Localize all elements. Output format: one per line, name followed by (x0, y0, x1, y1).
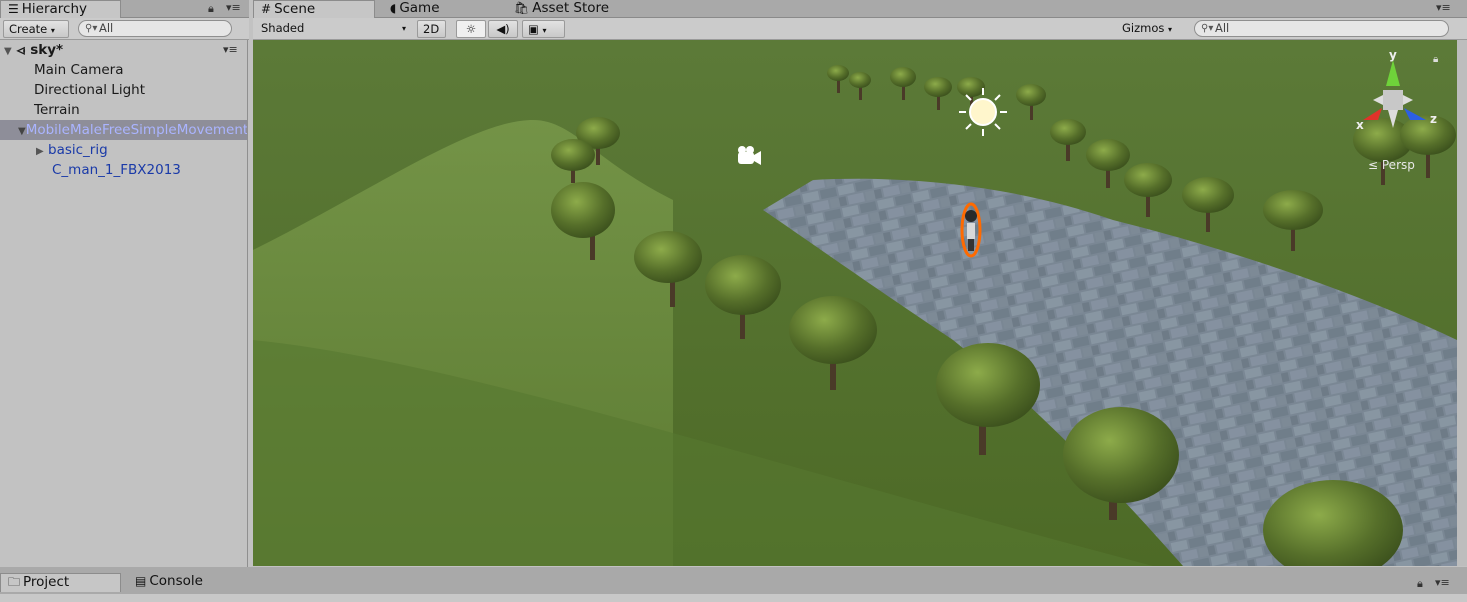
search-icon: ⚲▾ (1201, 23, 1214, 34)
tab-game[interactable]: ◖ Game (383, 0, 505, 18)
scene-row[interactable]: ▼ ⏿ sky* ▾≡ (0, 40, 247, 60)
scene-name: sky* (30, 42, 64, 58)
panel-menu-icon[interactable]: ▾≡ (1436, 1, 1451, 14)
gizmo-x-label: x (1356, 118, 1364, 132)
scene-toolbar: Shaded ▾ 2D ☼ ◀︎) ▣ ▾ Gizmos ▾ ⚲▾ All (253, 18, 1467, 40)
gizmos-dropdown[interactable]: Gizmos ▾ (1117, 20, 1181, 38)
scene-panel-edge (1457, 40, 1467, 566)
project-toolbar (0, 594, 1467, 602)
scene-menu-icon[interactable]: ▾≡ (223, 40, 238, 60)
panel-menu-icon[interactable]: ▾≡ (1435, 576, 1450, 589)
tab-scene-label: Scene (274, 1, 316, 17)
hierarchy-item-label: C_man_1_FBX2013 (52, 162, 181, 178)
console-icon: ▤ (135, 574, 147, 588)
orientation-gizmo[interactable]: y x z 🔒︎ ≤ Persp (1338, 48, 1448, 178)
bottom-panel: 🗀 Project ▤ Console 🔒︎ ▾≡ (0, 567, 1467, 602)
hierarchy-item-label: MobileMaleFreeSimpleMovement (25, 122, 247, 138)
hierarchy-item-terrain[interactable]: Terrain (0, 100, 247, 120)
tab-console[interactable]: ▤ Console (128, 573, 250, 591)
folder-icon: 🗀 (8, 575, 21, 589)
gizmo-z-label: z (1430, 112, 1437, 126)
collapse-arrow-icon[interactable]: ▶ (36, 146, 44, 157)
scene-search-placeholder: All (1215, 21, 1230, 35)
search-icon: ⚲▾ (85, 23, 98, 34)
lock-icon[interactable]: 🔒︎ (1417, 577, 1423, 591)
hierarchy-tabbar: ☰ Hierarchy 🔒︎ ▾≡ (0, 0, 249, 19)
chevron-down-icon: ▾ (542, 26, 547, 35)
scene-audio-toggle[interactable]: ◀︎) (488, 20, 518, 38)
tab-project[interactable]: 🗀 Project (0, 573, 121, 592)
scene-tabbar: # Scene ◖ Game 🛍︎ Asset Store ▾≡ (253, 0, 1467, 19)
hierarchy-toolbar: Create ▾ ⚲▾ All (0, 18, 249, 40)
2d-label: 2D (423, 22, 440, 36)
hierarchy-item-label: Main Camera (34, 62, 124, 78)
expand-arrow-icon[interactable]: ▼ (18, 126, 26, 137)
scene-lighting-toggle[interactable]: ☼ (456, 20, 486, 38)
create-button-label: Create (9, 22, 48, 36)
projection-toggle[interactable]: ≤ Persp (1368, 158, 1415, 172)
hierarchy-item-label: basic_rig (48, 142, 108, 158)
tab-console-label: Console (149, 573, 203, 589)
hierarchy-item-main-camera[interactable]: Main Camera (0, 60, 247, 80)
scene-effects-dropdown[interactable]: ▣ ▾ (522, 20, 565, 38)
chevron-down-icon: ▾ (401, 24, 406, 33)
hierarchy-item-label: Directional Light (34, 82, 145, 98)
scene-viewport[interactable]: y x z 🔒︎ ≤ Persp (253, 40, 1457, 566)
pacman-icon: ◖ (390, 1, 397, 15)
gizmo-y-label: y (1389, 48, 1397, 62)
expand-arrow-icon[interactable]: ▼ (4, 46, 12, 57)
hierarchy-tree: ▼ ⏿ sky* ▾≡ Main Camera Directional Ligh… (0, 40, 248, 567)
shading-mode-label: Shaded (261, 21, 305, 35)
speaker-icon: ◀︎) (496, 22, 510, 36)
tab-asset-store[interactable]: 🛍︎ Asset Store (507, 0, 647, 18)
hierarchy-search-input[interactable]: ⚲▾ All (78, 20, 232, 37)
unity-editor-window: { "hierarchy": { "tab_label": "Hierarchy… (0, 0, 1467, 602)
list-icon: ☰ (8, 2, 19, 16)
unity-scene-icon: ⏿ (16, 43, 26, 58)
create-button[interactable]: Create ▾ (3, 20, 69, 38)
panel-menu-icon[interactable]: ▾≡ (226, 1, 241, 14)
chevron-down-icon: ▾ (1168, 25, 1173, 34)
scene-render (253, 40, 1457, 566)
gizmos-label: Gizmos (1122, 21, 1165, 35)
hierarchy-item-basic-rig[interactable]: ▶ basic_rig (0, 140, 247, 160)
axis-gizmo-icon (1363, 60, 1426, 128)
tab-asset-store-label: Asset Store (532, 0, 610, 16)
gizmo-lock-icon[interactable]: 🔒︎ (1433, 54, 1438, 65)
hierarchy-item-c-man[interactable]: C_man_1_FBX2013 (0, 160, 247, 180)
chevron-down-icon: ▾ (50, 26, 55, 35)
tab-hierarchy-label: Hierarchy (21, 1, 88, 17)
sun-icon: ☼ (465, 22, 477, 36)
tab-game-label: Game (399, 0, 440, 16)
scene-search-input[interactable]: ⚲▾ All (1194, 20, 1449, 37)
tab-hierarchy[interactable]: ☰ Hierarchy (0, 0, 121, 19)
tab-scene[interactable]: # Scene (253, 0, 375, 19)
hierarchy-item-label: Terrain (34, 102, 80, 118)
hierarchy-item-directional-light[interactable]: Directional Light (0, 80, 247, 100)
shopping-bag-icon: 🛍︎ (514, 1, 530, 15)
hierarchy-item-mobile-male[interactable]: ▼MobileMaleFreeSimpleMovement (0, 120, 247, 140)
grid-icon: # (261, 2, 272, 16)
projection-label: Persp (1381, 158, 1415, 172)
shading-mode-dropdown[interactable]: Shaded ▾ (256, 20, 408, 38)
image-icon: ▣ (528, 22, 539, 36)
lock-icon[interactable]: 🔒︎ (208, 2, 214, 16)
tab-project-label: Project (23, 574, 70, 590)
2d-toggle-button[interactable]: 2D (417, 20, 446, 38)
hierarchy-search-placeholder: All (99, 21, 114, 35)
